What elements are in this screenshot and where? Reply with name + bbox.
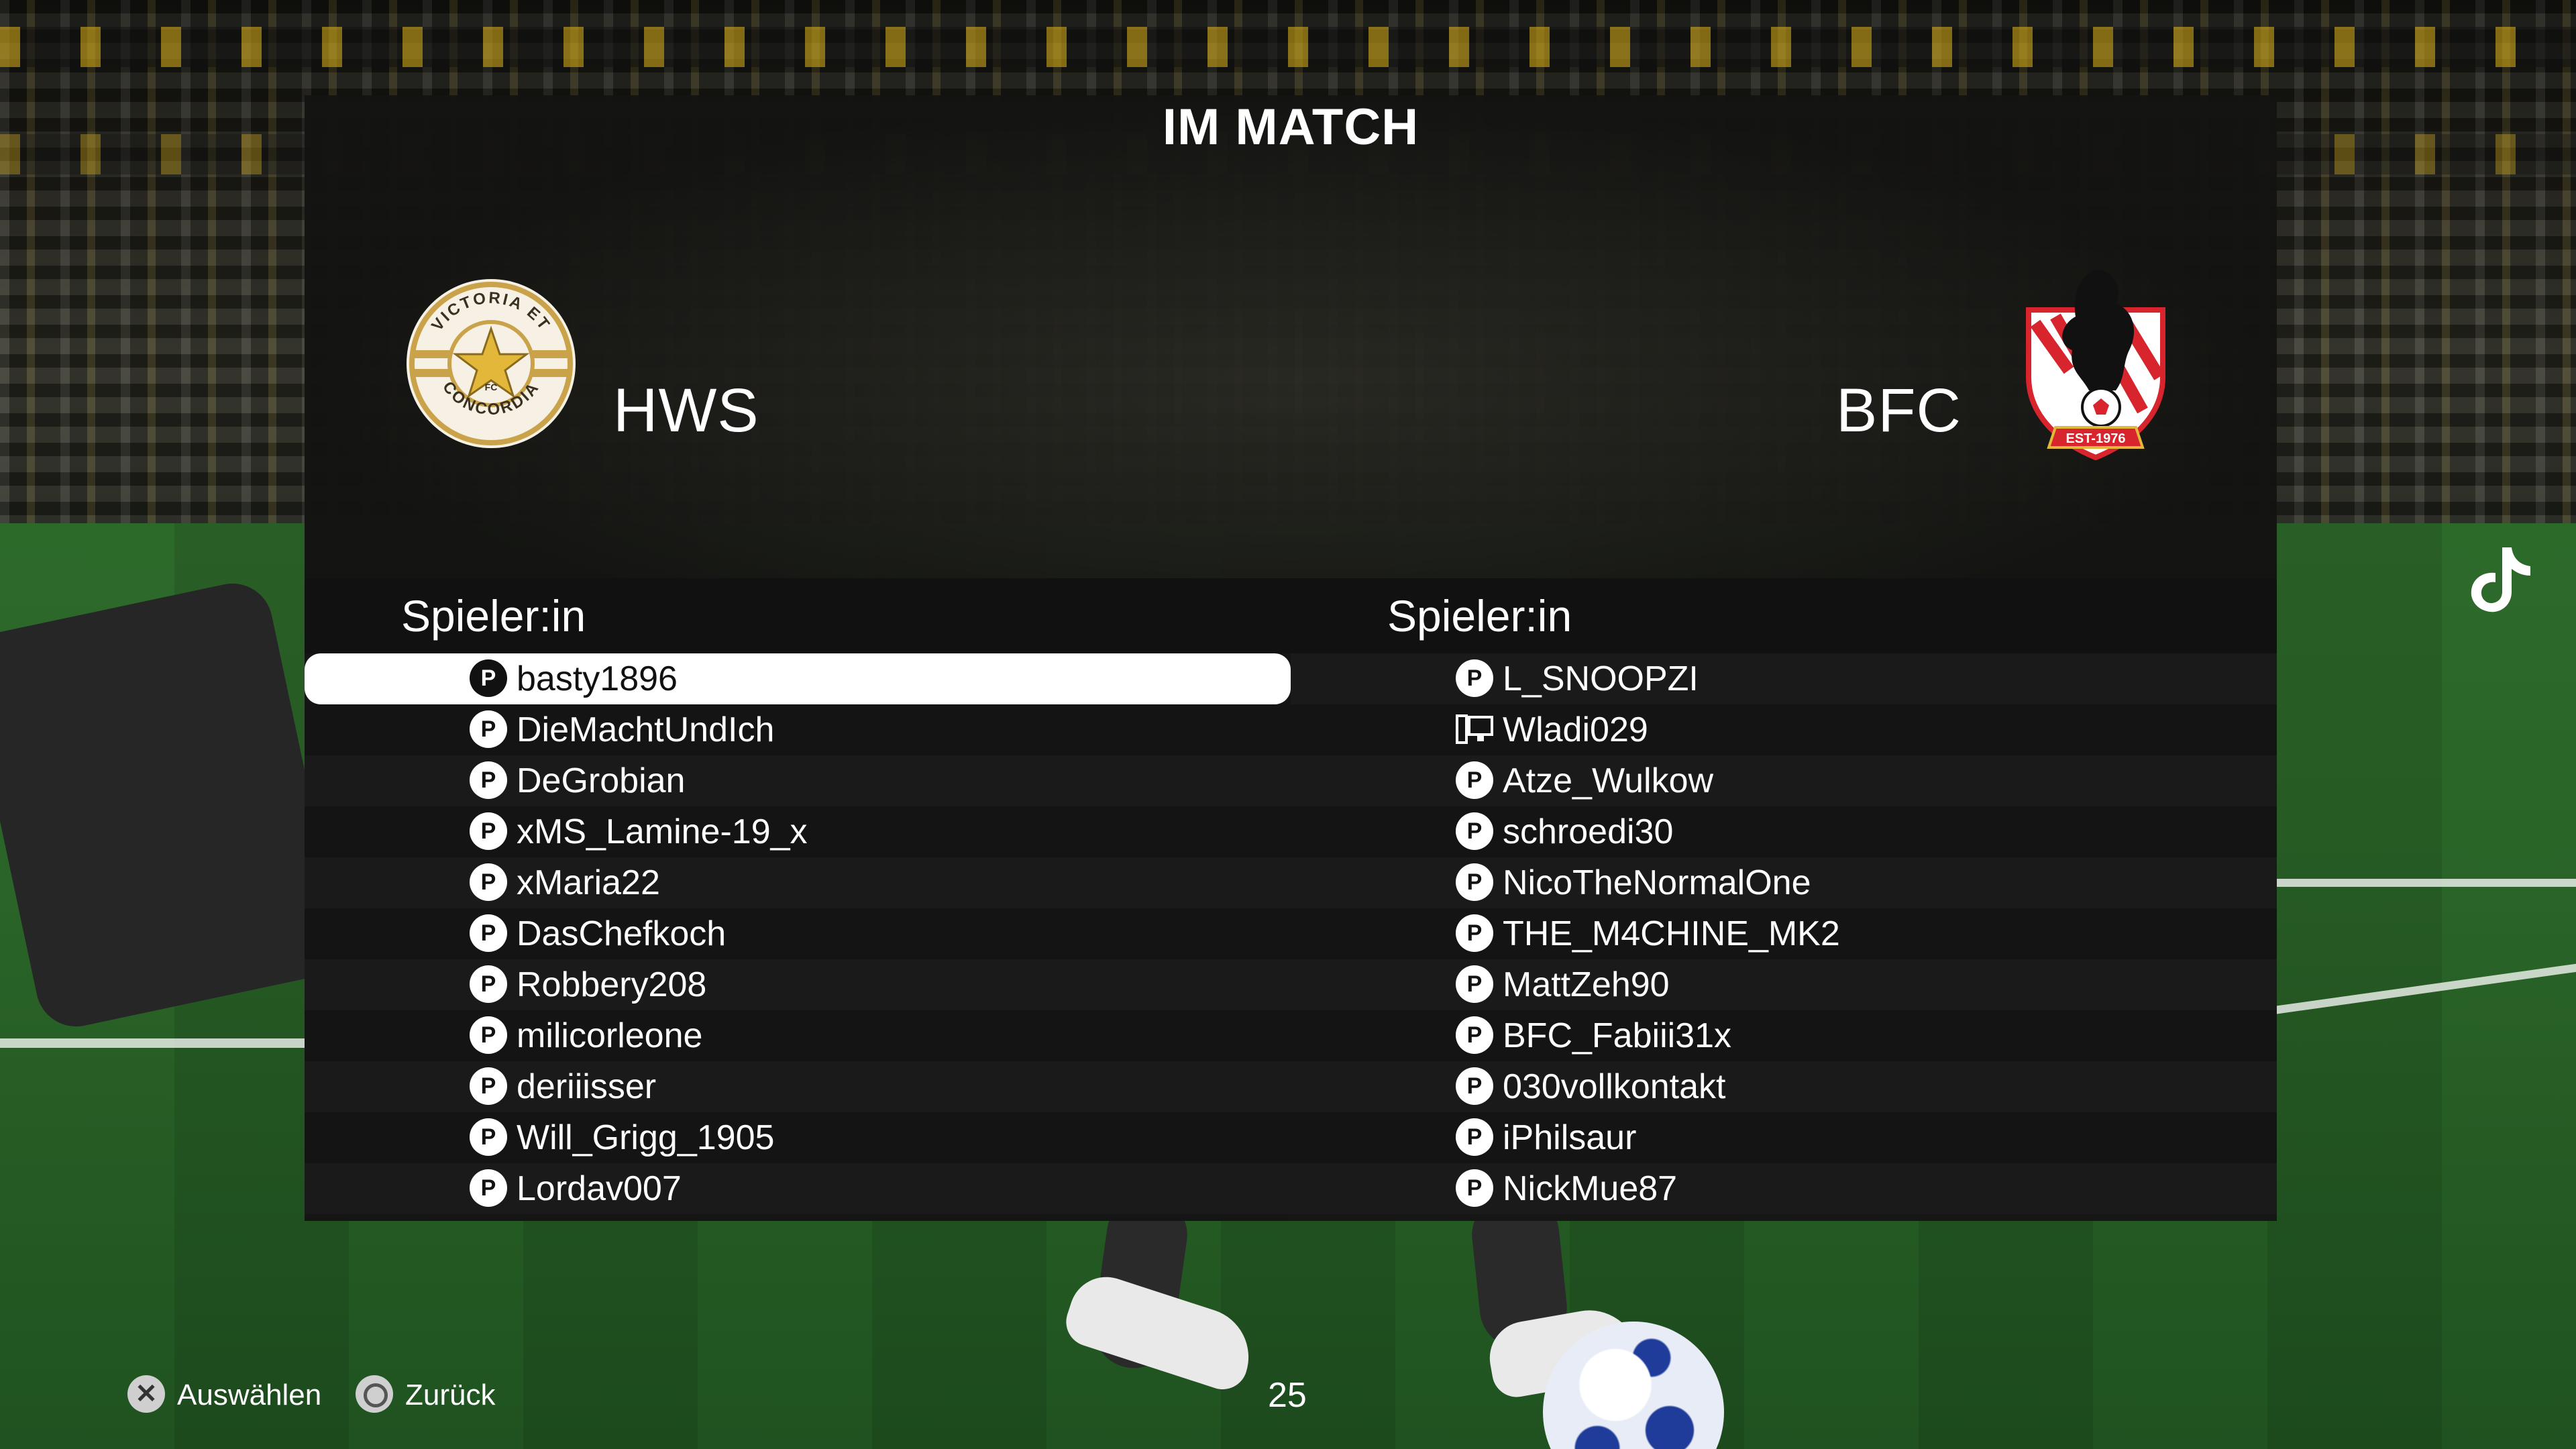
playstation-icon: P [470,761,507,800]
away-player-row[interactable]: P NicoTheNormalOne [1291,857,2277,908]
playstation-icon: P [1456,1118,1493,1157]
home-player-name: basty1896 [517,659,678,698]
playstation-icon: P [1456,659,1493,698]
home-player-name: DasChefkoch [517,914,727,953]
away-player-name: 030vollkontakt [1503,1067,1726,1106]
home-column-header: Spieler:in [305,578,1291,653]
away-player-row[interactable]: P MattZeh90 [1291,959,2277,1010]
home-player-row[interactable]: P Lordav007 [305,1163,1291,1214]
home-club-logo: VICTORIA ET FC CONCORDIA [407,279,576,448]
away-player-row[interactable]: Pschroedi30 [1291,806,2277,857]
playstation-icon: P [1456,1169,1493,1208]
cross-button-icon: ✕ [127,1375,165,1413]
home-player-name: xMS_Lamine-19_x [517,812,808,851]
away-player-name: NickMue87 [1503,1169,1678,1208]
match-header: IM MATCH VICTORIA ET FC CONCORDIA HWS ES… [305,95,2277,578]
page-title: IM MATCH [1162,99,1419,156]
home-player-name: Robbery208 [517,965,707,1004]
away-player-name: BFC_Fabiii31x [1503,1016,1732,1055]
match-panel: IM MATCH VICTORIA ET FC CONCORDIA HWS ES… [305,95,2277,1221]
away-player-name: NicoTheNormalOne [1503,863,1811,902]
away-player-name: schroedi30 [1503,812,1674,851]
playstation-icon: P [470,659,507,698]
player-lists: Spieler:in Pbasty1896 P DieMachtUndIch P DeG… [305,578,2277,1221]
circle-button-icon [356,1375,393,1413]
tiktok-icon [2471,547,2530,612]
away-player-list: Spieler:in P L_SNOOPZI Wladi029 P Atze_Wulko… [1291,578,2277,1221]
home-player-name: DeGrobian [517,761,686,800]
away-player-name: Wladi029 [1503,710,1648,749]
pitch-line [2274,879,2576,887]
home-player-name: deriiisser [517,1067,657,1106]
back-button[interactable]: Zurück [356,1368,495,1422]
playstation-icon: P [470,812,507,851]
away-player-row[interactable]: P THE_M4CHINE_MK2 [1291,908,2277,959]
playstation-icon: P [470,863,507,902]
home-player-row[interactable]: Pmilicorleone [305,1010,1291,1061]
away-player-row[interactable]: PiPhilsaur [1291,1112,2277,1163]
playstation-icon: P [470,1016,507,1055]
home-player-name: Will_Grigg_1905 [517,1118,775,1157]
away-player-name: MattZeh90 [1503,965,1670,1004]
playstation-icon: P [470,965,507,1004]
playstation-icon: P [1456,914,1493,953]
playstation-icon: P [470,1169,507,1208]
home-player-name: xMaria22 [517,863,660,902]
playstation-icon: P [1456,1067,1493,1106]
home-player-row[interactable]: P DasChefkoch [305,908,1291,959]
playstation-icon: P [1456,1016,1493,1055]
playstation-icon: P [1456,965,1493,1004]
stand-banner [0,27,2576,67]
pc-icon [1456,714,1493,745]
pitch-line [0,1038,315,1048]
home-player-name: Lordav007 [517,1169,682,1208]
away-player-row[interactable]: P Atze_Wulkow [1291,755,2277,806]
playstation-icon: P [1456,761,1493,800]
away-player-row[interactable]: P 030vollkontakt [1291,1061,2277,1112]
countdown-counter: 25 [1268,1376,1307,1415]
playstation-icon: P [470,1118,507,1157]
playstation-icon: P [470,1067,507,1106]
away-player-row[interactable]: P NickMue87 [1291,1163,2277,1214]
away-player-name: iPhilsaur [1503,1118,1637,1157]
away-club-logo: EST-1976 [2026,270,2165,461]
playstation-icon: P [1456,863,1493,902]
home-player-list: Spieler:in Pbasty1896 P DieMachtUndIch P DeG… [305,578,1291,1221]
home-player-row[interactable]: PxMS_Lamine-19_x [305,806,1291,857]
home-player-row[interactable]: P Will_Grigg_1905 [305,1112,1291,1163]
away-player-row[interactable]: P BFC_Fabiii31x [1291,1010,2277,1061]
home-player-row[interactable]: P DeGrobian [305,755,1291,806]
home-player-row[interactable]: P Robbery208 [305,959,1291,1010]
home-player-row[interactable]: P DieMachtUndIch [305,704,1291,755]
away-team-name: BFC [1836,376,1962,445]
away-player-name: L_SNOOPZI [1503,659,1699,698]
away-player-name: THE_M4CHINE_MK2 [1503,914,1840,953]
away-column-header: Spieler:in [1291,578,2277,653]
home-player-name: milicorleone [517,1016,703,1055]
away-player-row[interactable]: P L_SNOOPZI [1291,653,2277,704]
playstation-icon: P [470,710,507,749]
home-player-row[interactable]: Pbasty1896 [305,653,1291,704]
away-player-row[interactable]: Wladi029 [1291,704,2277,755]
select-label: Auswählen [177,1379,322,1411]
home-team-name: HWS [613,376,759,445]
home-logo-text-mid: FC [485,382,498,392]
back-label: Zurück [405,1379,496,1411]
home-player-name: DieMachtUndIch [517,710,775,749]
home-player-row[interactable]: Pderiiisser [305,1061,1291,1112]
select-button[interactable]: ✕ Auswählen [127,1368,321,1422]
away-player-name: Atze_Wulkow [1503,761,1714,800]
home-player-row[interactable]: PxMaria22 [305,857,1291,908]
playstation-icon: P [470,914,507,953]
playstation-icon: P [1456,812,1493,851]
away-logo-text: EST-1976 [2066,431,2126,446]
